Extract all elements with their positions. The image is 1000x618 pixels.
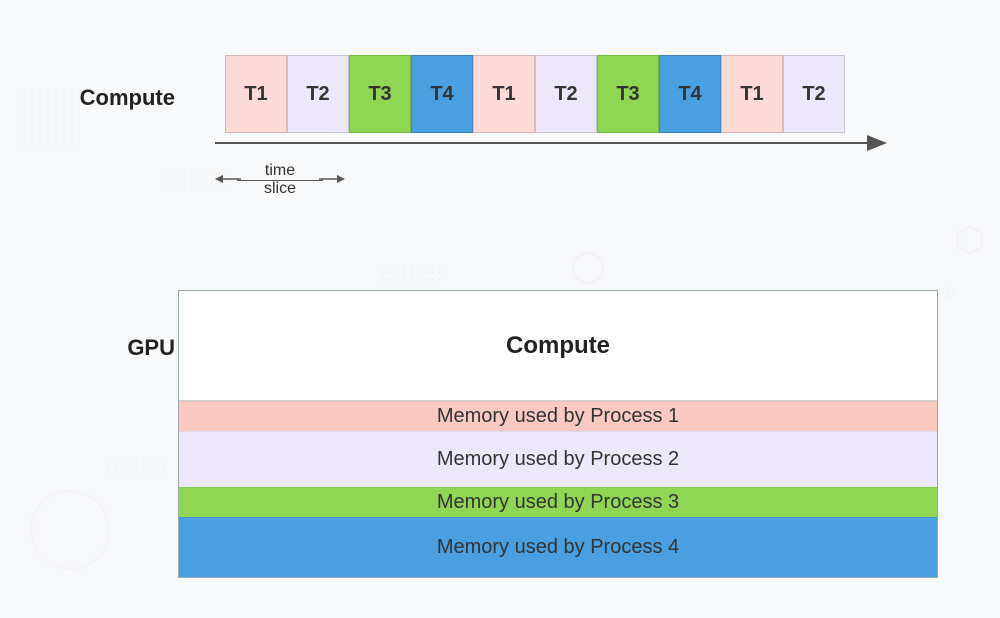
time-slice-text-bottom: slice [264, 180, 296, 198]
timeline-slot: T2 [783, 55, 845, 133]
timeline-slot: T1 [225, 55, 287, 133]
timeline-slot: T2 [287, 55, 349, 133]
bg-hexagon [955, 225, 985, 255]
gpu-box: Compute Memory used by Process 1 Memory … [178, 290, 938, 578]
timeline-slot: T3 [349, 55, 411, 133]
time-slice-annotation: time slice [225, 162, 335, 197]
divider [237, 180, 323, 181]
gpu-row-label: GPU [55, 335, 175, 361]
gpu-memory-row: Memory used by Process 2 [179, 431, 937, 487]
compute-timeline: T1 T2 T3 T4 T1 T2 T3 T4 T1 T2 time slice [225, 55, 885, 150]
arrow-left-icon [215, 173, 241, 185]
timeline-slot: T1 [473, 55, 535, 133]
timeline-slot: T1 [721, 55, 783, 133]
timeline-slot: T3 [597, 55, 659, 133]
arrow-right-icon [319, 173, 345, 185]
time-slice-text-top: time [265, 162, 295, 180]
gpu-memory-row: Memory used by Process 3 [179, 487, 937, 517]
bg-circle [30, 490, 110, 570]
compute-row-label: Compute [55, 85, 175, 111]
gpu-memory-row: Memory used by Process 1 [179, 401, 937, 431]
timeline-slot: T4 [659, 55, 721, 133]
gpu-compute-region: Compute [179, 291, 937, 401]
timeline-slot: T2 [535, 55, 597, 133]
bg-dot-grid [105, 455, 170, 475]
timeline-slots: T1 T2 T3 T4 T1 T2 T3 T4 T1 T2 [225, 55, 885, 133]
timeline-arrow-icon [215, 133, 887, 153]
bg-dot-grid [380, 262, 445, 282]
gpu-memory-row: Memory used by Process 4 [179, 517, 937, 577]
bg-triangle [945, 285, 957, 301]
timeline-slot: T4 [411, 55, 473, 133]
bg-hexagon [570, 250, 606, 286]
